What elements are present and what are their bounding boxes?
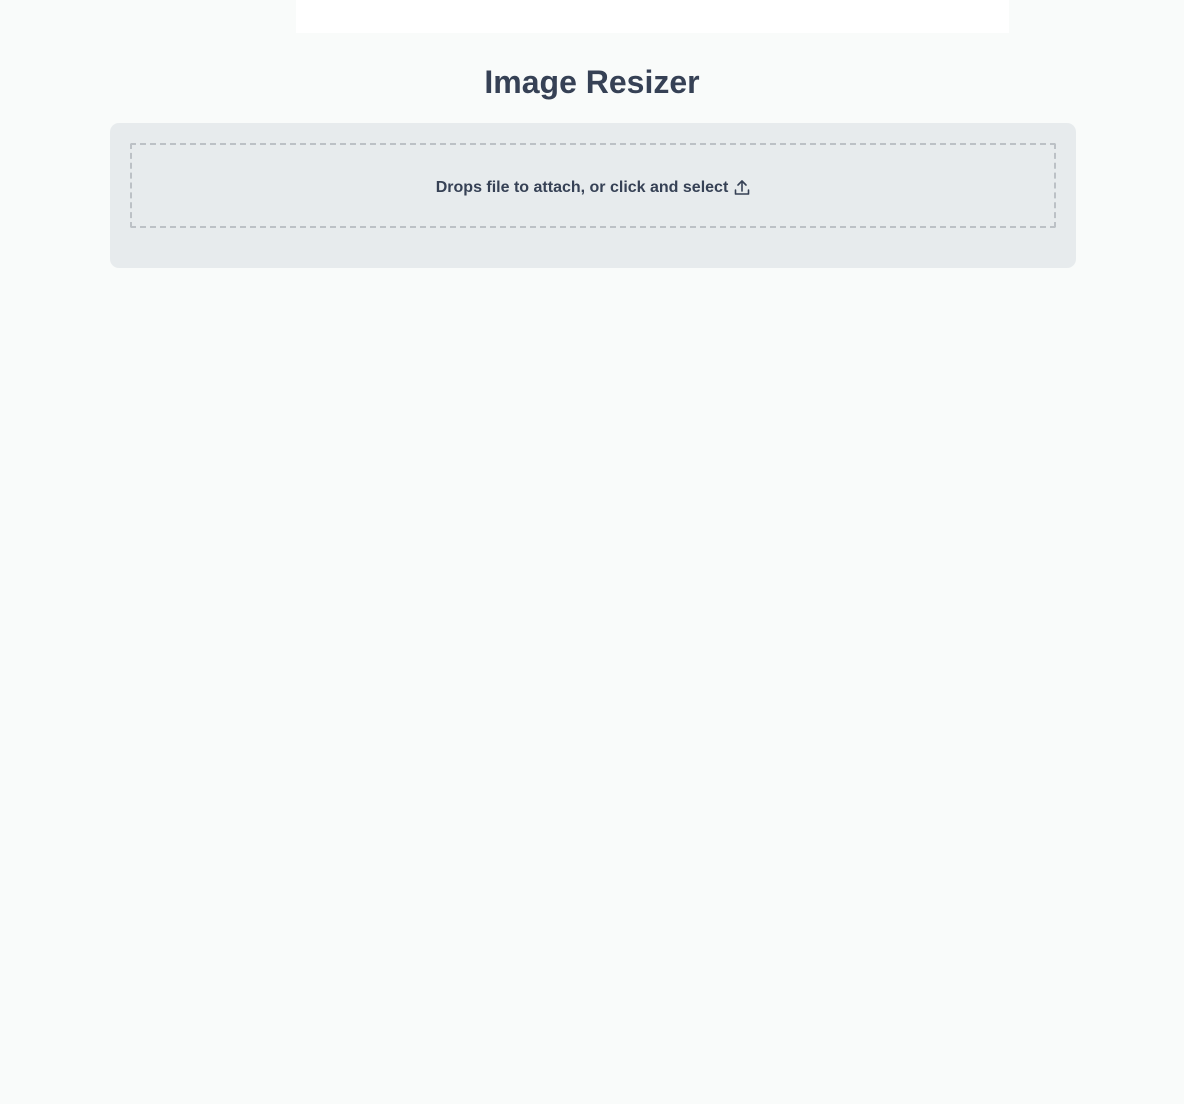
upload-icon <box>734 179 750 196</box>
page-title: Image Resizer <box>484 64 700 100</box>
upload-panel: Drops file to attach, or click and selec… <box>110 123 1076 268</box>
dropzone-content: Drops file to attach, or click and selec… <box>436 179 751 197</box>
dropzone-label: Drops file to attach, or click and selec… <box>435 178 729 196</box>
top-banner-strip <box>296 0 1009 33</box>
file-dropzone[interactable]: Drops file to attach, or click and selec… <box>130 143 1056 228</box>
